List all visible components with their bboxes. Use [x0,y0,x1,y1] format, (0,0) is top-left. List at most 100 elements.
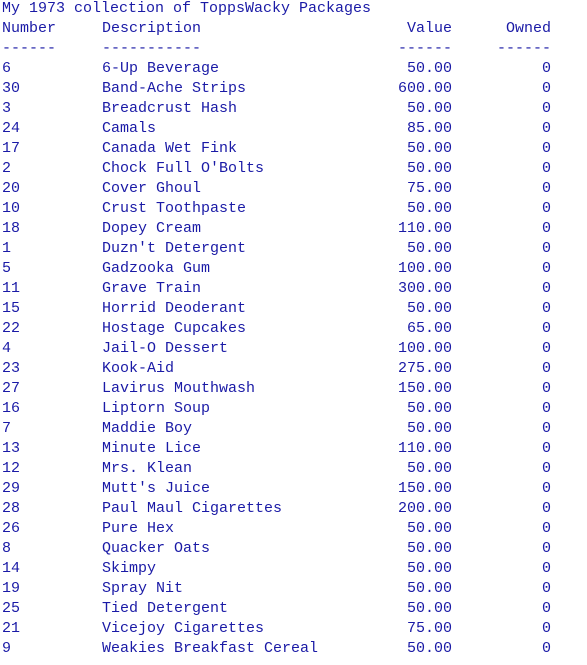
row-number: 26 [2,520,21,537]
row-value: 200.00 [397,500,452,517]
row-owned: 0 [541,540,551,557]
row-owned: 0 [541,180,551,197]
row-owned: 0 [541,520,551,537]
row-number: 11 [2,280,21,297]
table-row: 14 Skimpy 50.00 0 [0,559,587,579]
row-value: 275.00 [397,360,452,377]
row-value: 85.00 [406,120,452,137]
header-row: Number Description Value Owned [0,19,587,39]
row-value: 100.00 [397,260,452,277]
row-owned: 0 [541,300,551,317]
row-description: Hostage Cupcakes [102,320,247,337]
header-number: Number [2,20,57,37]
row-description: Horrid Deoderant [102,300,247,317]
row-owned: 0 [541,440,551,457]
table-row: 30 Band-Ache Strips 600.00 0 [0,79,587,99]
row-description: Mrs. Klean [102,460,193,477]
row-description: Paul Maul Cigarettes [102,500,283,517]
row-value: 50.00 [406,400,452,417]
row-number: 12 [2,460,21,477]
table-row: 21 Vicejoy Cigarettes 75.00 0 [0,619,587,639]
table-row: 11 Grave Train 300.00 0 [0,279,587,299]
row-description: Quacker Oats [102,540,211,557]
row-value: 150.00 [397,480,452,497]
row-owned: 0 [541,120,551,137]
row-value: 50.00 [406,560,452,577]
table-row: 13 Minute Lice 110.00 0 [0,439,587,459]
row-value: 50.00 [406,300,452,317]
row-owned: 0 [541,400,551,417]
table-row: 22 Hostage Cupcakes 65.00 0 [0,319,587,339]
row-number: 10 [2,200,21,217]
table-row: 3 Breadcrust Hash 50.00 0 [0,99,587,119]
row-owned: 0 [541,360,551,377]
row-number: 18 [2,220,21,237]
row-value: 50.00 [406,520,452,537]
row-owned: 0 [541,200,551,217]
table-row: 5 Gadzooka Gum 100.00 0 [0,259,587,279]
row-owned: 0 [541,100,551,117]
table-row: 27 Lavirus Mouthwash 150.00 0 [0,379,587,399]
row-description: 6-Up Beverage [102,60,220,77]
row-number: 13 [2,440,21,457]
separator-number: ------ [2,40,57,57]
table-row: 4 Jail-O Dessert 100.00 0 [0,339,587,359]
row-owned: 0 [541,140,551,157]
table-row: 15 Horrid Deoderant 50.00 0 [0,299,587,319]
row-number: 14 [2,560,21,577]
row-value: 600.00 [397,80,452,97]
row-owned: 0 [541,600,551,617]
row-value: 110.00 [397,440,452,457]
row-description: Vicejoy Cigarettes [102,620,265,637]
row-description: Maddie Boy [102,420,193,437]
row-number: 21 [2,620,21,637]
row-owned: 0 [541,220,551,237]
row-number: 28 [2,500,21,517]
row-value: 50.00 [406,420,452,437]
table-row: 12 Mrs. Klean 50.00 0 [0,459,587,479]
row-value: 50.00 [406,100,452,117]
row-owned: 0 [541,420,551,437]
row-number: 15 [2,300,21,317]
row-value: 75.00 [406,620,452,637]
row-number: 17 [2,140,21,157]
table-row: 9 Weakies Breakfast Cereal 50.00 0 [0,639,587,659]
row-number: 20 [2,180,21,197]
row-owned: 0 [541,480,551,497]
row-number: 27 [2,380,21,397]
separator-value: ------ [397,40,452,57]
row-value: 50.00 [406,580,452,597]
row-number: 8 [2,540,12,557]
row-owned: 0 [541,340,551,357]
row-value: 50.00 [406,200,452,217]
table-row: 23 Kook-Aid 275.00 0 [0,359,587,379]
table-row: 18 Dopey Cream 110.00 0 [0,219,587,239]
row-number: 19 [2,580,21,597]
row-value: 50.00 [406,540,452,557]
row-description: Chock Full O'Bolts [102,160,265,177]
row-number: 29 [2,480,21,497]
row-description: Gadzooka Gum [102,260,211,277]
row-value: 110.00 [397,220,452,237]
row-value: 150.00 [397,380,452,397]
table-row: 2 Chock Full O'Bolts 50.00 0 [0,159,587,179]
row-description: Pure Hex [102,520,175,537]
row-owned: 0 [541,380,551,397]
row-description: Canada Wet Fink [102,140,238,157]
row-value: 50.00 [406,600,452,617]
title-line: My 1973 collection of ToppsWacky Package… [0,0,587,19]
separator-owned: ------ [496,40,551,57]
row-owned: 0 [541,560,551,577]
table-row: 7 Maddie Boy 50.00 0 [0,419,587,439]
table-row: 8 Quacker Oats 50.00 0 [0,539,587,559]
table-row: 19 Spray Nit 50.00 0 [0,579,587,599]
collection-page: My 1973 collection of ToppsWacky Package… [0,0,587,665]
row-description: Camals [102,120,157,137]
row-value: 100.00 [397,340,452,357]
row-number: 25 [2,600,21,617]
row-value: 300.00 [397,280,452,297]
row-value: 50.00 [406,140,452,157]
row-description: Grave Train [102,280,202,297]
table-row: 10 Crust Toothpaste 50.00 0 [0,199,587,219]
row-description: Breadcrust Hash [102,100,238,117]
